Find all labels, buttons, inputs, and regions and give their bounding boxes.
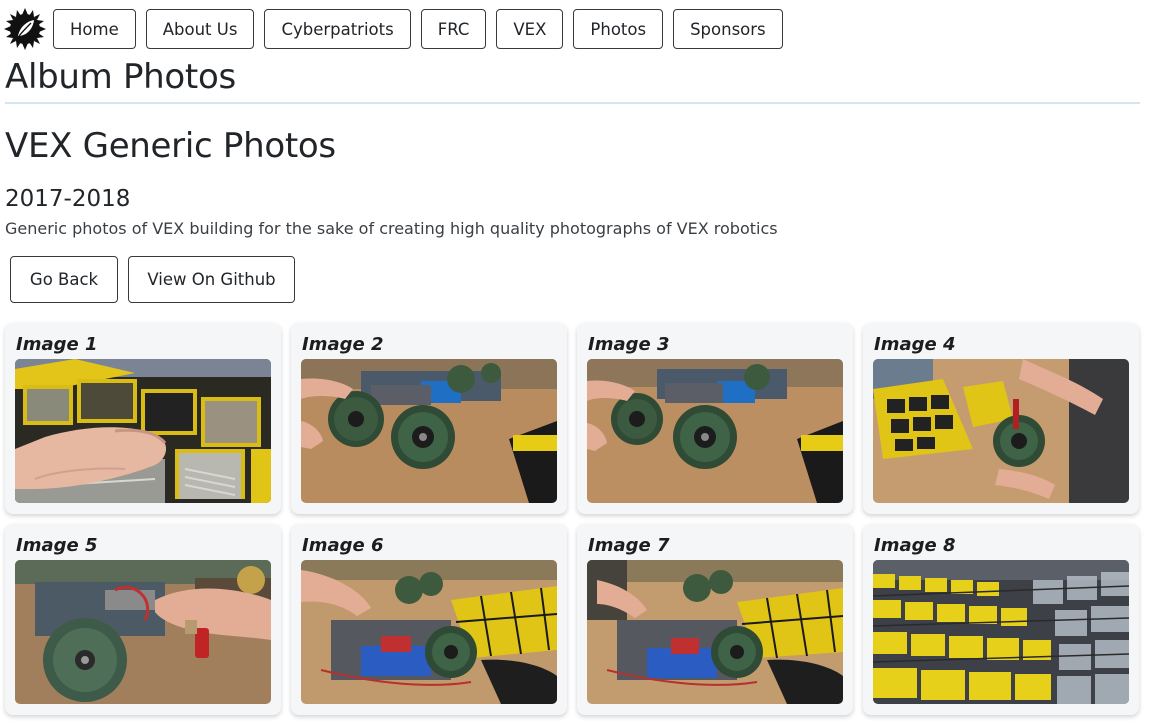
photo-card[interactable]: Image 6: [291, 524, 567, 715]
nav-photos-button[interactable]: Photos: [573, 9, 664, 49]
photo-card[interactable]: Image 4: [863, 323, 1139, 514]
photo-card[interactable]: Image 3: [577, 323, 853, 514]
photo-title: Image 8: [874, 535, 956, 556]
photo-image[interactable]: [15, 359, 271, 503]
photo-title: Image 7: [588, 535, 670, 556]
photo-image[interactable]: [587, 359, 843, 503]
photo-card[interactable]: Image 8: [863, 524, 1139, 715]
nav-home-button[interactable]: Home: [53, 9, 136, 49]
nav-vex-button[interactable]: VEX: [496, 9, 564, 49]
album-title: VEX Generic Photos: [5, 126, 336, 166]
photo-grid: Image 1 Image 2 Image 3 Image 4 Image 5 …: [5, 323, 1143, 715]
photo-title: Image 2: [302, 334, 384, 355]
go-back-button[interactable]: Go Back: [10, 256, 118, 303]
photo-image[interactable]: [873, 359, 1129, 503]
sun-leaf-logo-icon[interactable]: [4, 8, 46, 50]
photo-image[interactable]: [15, 560, 271, 704]
photo-image[interactable]: [301, 359, 557, 503]
photo-title: Image 1: [16, 334, 98, 355]
nav-cyberpatriots-button[interactable]: Cyberpatriots: [264, 9, 411, 49]
photo-card[interactable]: Image 1: [5, 323, 281, 514]
photo-image[interactable]: [587, 560, 843, 704]
photo-card[interactable]: Image 2: [291, 323, 567, 514]
photo-card[interactable]: Image 7: [577, 524, 853, 715]
album-actions: Go Back View On Github: [10, 256, 305, 303]
page-title: Album Photos: [5, 57, 236, 97]
nav-sponsors-button[interactable]: Sponsors: [673, 9, 783, 49]
album-year: 2017-2018: [5, 186, 131, 212]
nav-about-us-button[interactable]: About Us: [145, 9, 255, 49]
nav-frc-button[interactable]: FRC: [420, 9, 487, 49]
photo-title: Image 3: [588, 334, 670, 355]
photo-image[interactable]: [301, 560, 557, 704]
photo-title: Image 4: [874, 334, 956, 355]
view-on-github-button[interactable]: View On Github: [128, 256, 295, 303]
title-divider: [5, 102, 1140, 104]
photo-title: Image 5: [16, 535, 98, 556]
photo-image[interactable]: [873, 560, 1129, 704]
album-description: Generic photos of VEX building for the s…: [5, 219, 778, 238]
top-navbar: Home About Us Cyberpatriots FRC VEX Phot…: [4, 6, 793, 52]
photo-card[interactable]: Image 5: [5, 524, 281, 715]
photo-title: Image 6: [302, 535, 384, 556]
